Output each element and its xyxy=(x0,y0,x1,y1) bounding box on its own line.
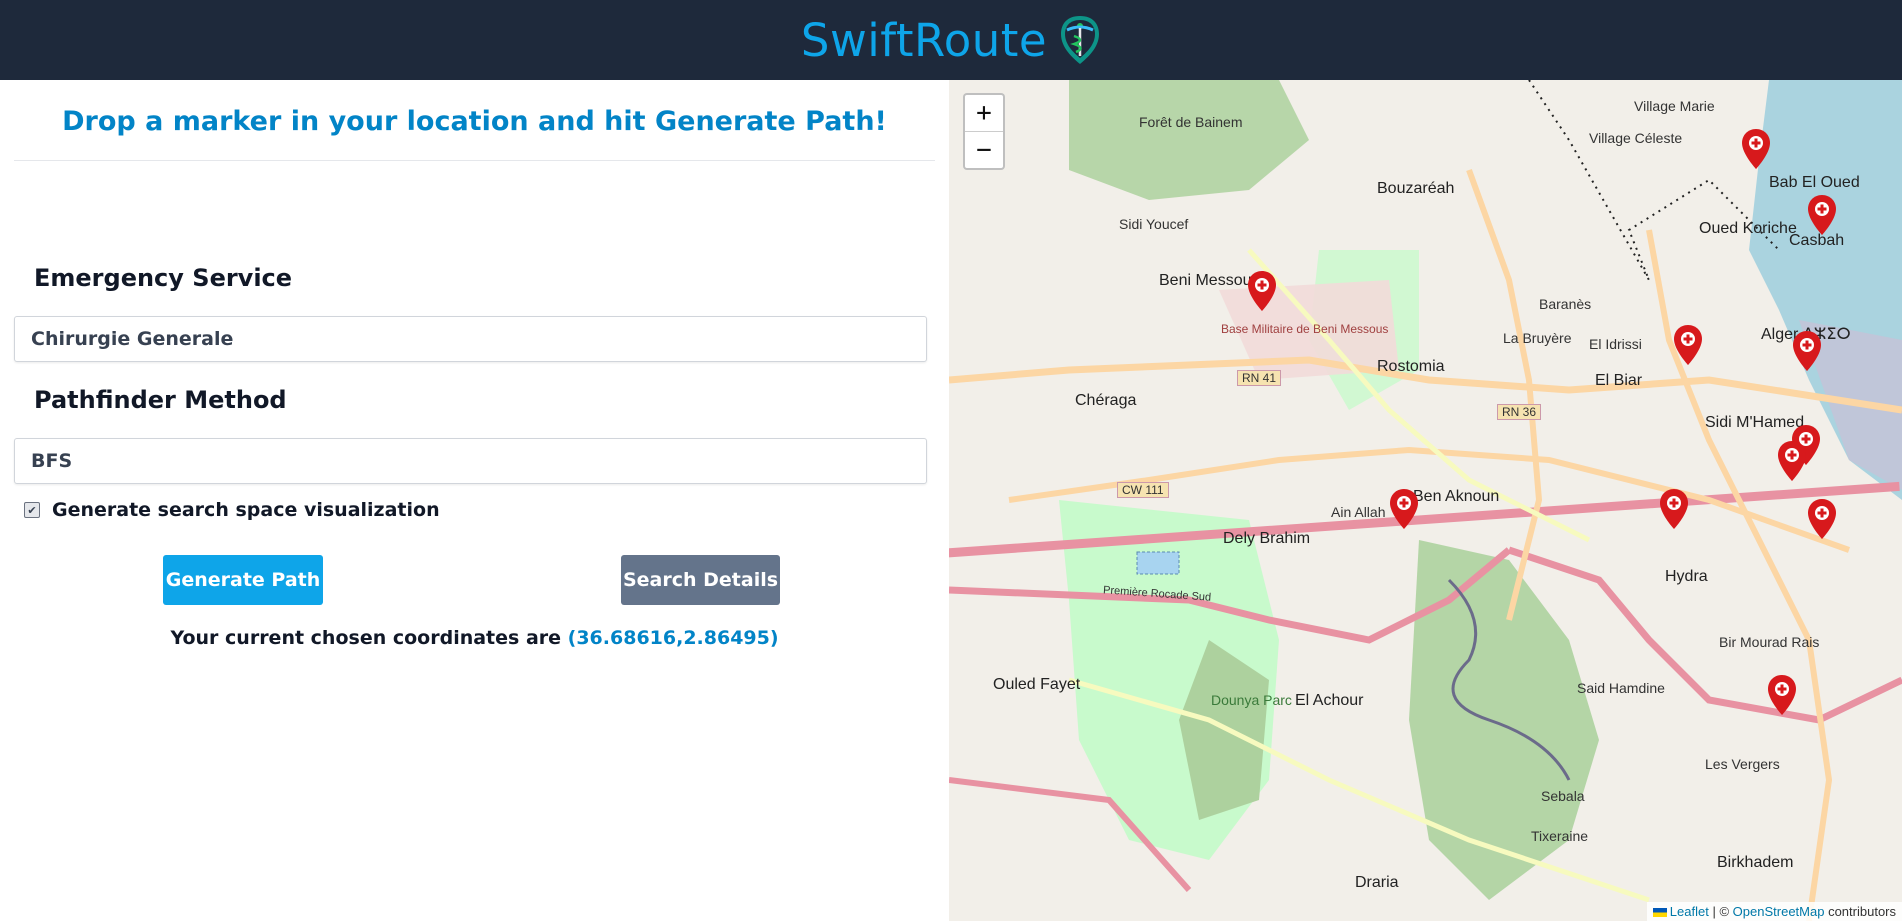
map-label-dounya-parc: Dounya Parc xyxy=(1211,692,1292,708)
map-label-foret-bainem: Forêt de Bainem xyxy=(1139,114,1243,130)
map-label-baranes: Baranès xyxy=(1539,296,1592,312)
map-label-sidi-mhamed: Sidi M'Hamed xyxy=(1705,414,1805,431)
map-label-ain-allah: Ain Allah xyxy=(1331,504,1386,520)
zoom-in-button[interactable]: + xyxy=(965,95,1003,131)
map-label-tixeraine: Tixeraine xyxy=(1531,828,1589,844)
emergency-service-select[interactable]: Chirurgie Generale xyxy=(14,316,927,362)
hospital-marker-icon[interactable] xyxy=(1741,128,1771,170)
map-label-la-bruyere: La Bruyère xyxy=(1503,330,1572,346)
visualization-checkbox[interactable]: ✔ xyxy=(24,502,40,518)
map-label-bir-mourad-rais: Bir Mourad Rais xyxy=(1719,634,1820,650)
map-label-les-vergers: Les Vergers xyxy=(1705,756,1780,772)
map-label-ouled-fayet: Ouled Fayet xyxy=(993,676,1081,693)
map-label-oued-koriche: Oued Koriche xyxy=(1699,220,1797,237)
attribution-suffix: contributors xyxy=(1828,904,1896,919)
hospital-marker-icon[interactable] xyxy=(1807,194,1837,236)
visualization-option: ✔ Generate search space visualization xyxy=(24,499,440,521)
ukraine-flag-icon xyxy=(1652,908,1667,918)
zoom-control: + − xyxy=(963,93,1005,170)
hospital-marker-icon[interactable] xyxy=(1777,440,1807,482)
generate-path-button[interactable]: Generate Path xyxy=(163,555,323,605)
map-label-el-biar: El Biar xyxy=(1595,372,1643,389)
road-label-rn36: RN 36 xyxy=(1497,404,1542,420)
road-label-rn41: RN 41 xyxy=(1237,370,1282,386)
map-label-sidi-youcef: Sidi Youcef xyxy=(1119,216,1189,232)
pathfinder-method-select[interactable]: BFS xyxy=(14,438,927,484)
zoom-out-button[interactable]: − xyxy=(965,132,1003,168)
visualization-label: Generate search space visualization xyxy=(52,499,440,521)
instructions-heading: Drop a marker in your location and hit G… xyxy=(62,106,887,137)
control-panel: Drop a marker in your location and hit G… xyxy=(0,80,949,921)
caduceus-shield-icon xyxy=(1061,16,1100,64)
coordinates-readout: Your current chosen coordinates are (36.… xyxy=(0,627,949,649)
openstreetmap-link[interactable]: OpenStreetMap xyxy=(1733,904,1825,919)
leaflet-link[interactable]: Leaflet xyxy=(1670,904,1709,919)
hospital-marker-icon[interactable] xyxy=(1659,488,1689,530)
map-label-sebala: Sebala xyxy=(1541,788,1585,804)
pathfinder-method-label: Pathfinder Method xyxy=(34,386,287,414)
map-label-bab-el-oued: Bab El Oued xyxy=(1769,174,1860,191)
hospital-marker-icon[interactable] xyxy=(1247,270,1277,312)
map-label-village-celeste: Village Céleste xyxy=(1589,130,1683,146)
map-label-ben-aknoun: Ben Aknoun xyxy=(1413,488,1500,505)
map-label-village-marie: Village Marie xyxy=(1634,98,1715,114)
hospital-marker-icon[interactable] xyxy=(1807,498,1837,540)
road-label-cw111: CW 111 xyxy=(1117,482,1169,498)
map-label-cheraga: Chéraga xyxy=(1075,392,1137,409)
map-attribution: Leaflet | © OpenStreetMap contributors xyxy=(1646,902,1902,921)
map-label-el-achour: El Achour xyxy=(1295,692,1364,709)
divider xyxy=(14,160,935,161)
map-label-dely-brahim: Dely Brahim xyxy=(1223,530,1311,547)
map-label-draria: Draria xyxy=(1355,874,1399,891)
map-label-birkhadem: Birkhadem xyxy=(1717,854,1794,871)
map-view[interactable]: Forêt de Bainem Village Marie Village Cé… xyxy=(949,80,1902,921)
app-title: SwiftRoute xyxy=(800,13,1048,67)
attribution-separator: | © xyxy=(1712,904,1730,919)
pathfinder-method-value: BFS xyxy=(31,450,73,472)
hospital-marker-icon[interactable] xyxy=(1389,488,1419,530)
coordinates-value: (36.68616,2.86495) xyxy=(567,627,779,649)
map-label-base-militaire: Base Militaire de Beni Messous xyxy=(1221,322,1389,336)
top-navbar: SwiftRoute xyxy=(0,0,1902,80)
map-label-hydra: Hydra xyxy=(1665,568,1708,585)
hospital-marker-icon[interactable] xyxy=(1767,674,1797,716)
map-label-beni-messous: Beni Messous xyxy=(1159,272,1260,289)
emergency-service-label: Emergency Service xyxy=(34,264,293,292)
coordinates-prefix: Your current chosen coordinates are xyxy=(170,627,562,649)
hospital-marker-icon[interactable] xyxy=(1673,324,1703,366)
map-label-said-hamdine: Said Hamdine xyxy=(1577,680,1665,696)
map-label-bouzareah: Bouzaréah xyxy=(1377,180,1455,197)
hospital-marker-icon[interactable] xyxy=(1792,330,1822,372)
map-label-rostomia: Rostomia xyxy=(1377,358,1445,375)
emergency-service-value: Chirurgie Generale xyxy=(31,328,234,350)
search-details-button[interactable]: Search Details xyxy=(621,555,780,605)
map-label-el-idrissi: El Idrissi xyxy=(1589,336,1642,352)
brand[interactable]: SwiftRoute xyxy=(801,14,1101,67)
